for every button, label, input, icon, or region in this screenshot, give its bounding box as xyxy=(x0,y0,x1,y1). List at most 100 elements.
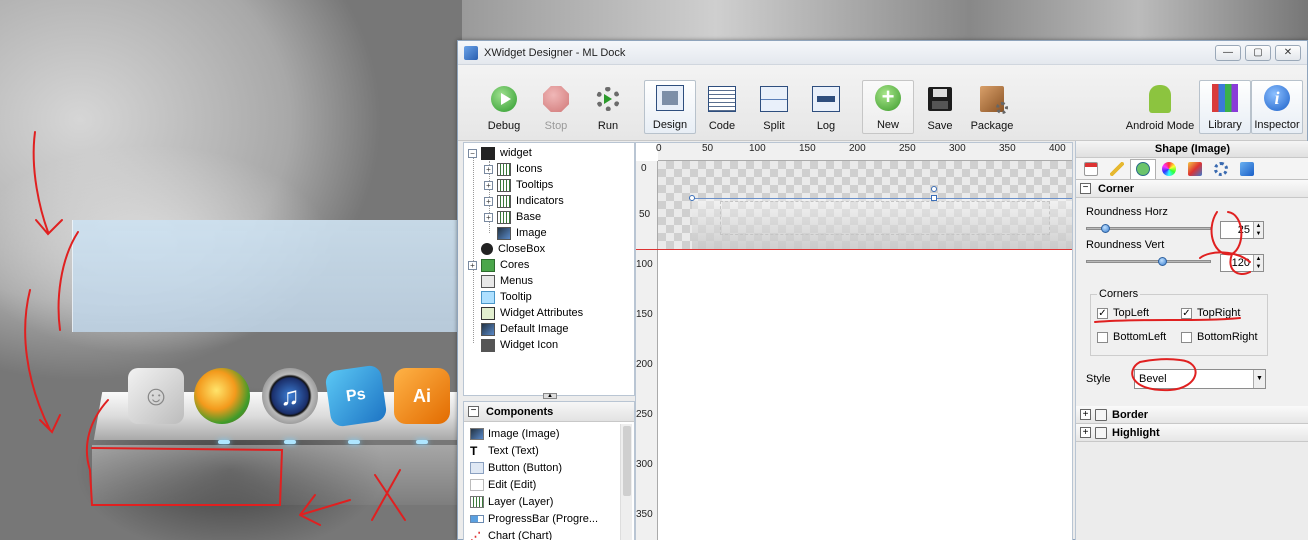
style-dropdown[interactable]: Bevel ▼ xyxy=(1134,369,1266,389)
roundness-horz-spinner[interactable]: 25 ▲ ▼ xyxy=(1220,221,1264,239)
expand-toggle[interactable]: + xyxy=(484,180,493,190)
components-title: Components xyxy=(486,405,554,418)
tab-calendar[interactable] xyxy=(1078,159,1104,179)
design-canvas[interactable]: 0 50 100 150 200 250 300 350 400 0 50 10… xyxy=(635,142,1073,540)
tree-item-label: Widget Icon xyxy=(500,339,559,351)
android-mode-button[interactable]: Android Mode xyxy=(1121,82,1199,134)
expand-icon[interactable]: + xyxy=(1080,409,1091,420)
tab-shape[interactable] xyxy=(1130,158,1156,179)
tree-item-image[interactable]: Image xyxy=(497,225,547,241)
roundness-vert-value[interactable]: 120 xyxy=(1221,255,1253,271)
expand-toggle[interactable]: + xyxy=(468,260,477,270)
topleft-checkbox[interactable]: ✓ TopLeft xyxy=(1097,307,1149,319)
tab-3d[interactable] xyxy=(1234,159,1260,179)
corner-title: Corner xyxy=(1098,182,1135,195)
roundness-horz-thumb[interactable] xyxy=(1101,224,1110,233)
tree-item-widget-attributes[interactable]: Widget Attributes xyxy=(481,305,583,321)
tab-color[interactable] xyxy=(1156,159,1182,179)
package-icon xyxy=(977,84,1008,114)
tree-item-tooltip[interactable]: Tooltip xyxy=(481,289,532,305)
collapse-icon[interactable]: − xyxy=(468,406,479,417)
spinner-arrows[interactable]: ▲ ▼ xyxy=(1253,255,1263,271)
ruler-tick: 150 xyxy=(799,143,816,154)
tree-item-tooltips[interactable]: + Tooltips xyxy=(484,177,553,193)
debug-button[interactable]: Debug xyxy=(478,82,530,134)
check-mark[interactable]: ✓ xyxy=(1181,307,1192,319)
component-item[interactable]: ProgressBar (Progre... xyxy=(464,510,634,527)
corner-section-header[interactable]: − Corner xyxy=(1076,180,1308,198)
resize-handle[interactable] xyxy=(931,195,937,201)
tree-item-menus[interactable]: Menus xyxy=(481,273,533,289)
tree-item-default-image[interactable]: Default Image xyxy=(481,321,568,337)
tab-effects[interactable] xyxy=(1182,159,1208,179)
code-button[interactable]: Code xyxy=(696,82,748,134)
highlight-section-header[interactable]: + Highlight xyxy=(1076,424,1308,442)
close-button[interactable]: ✕ xyxy=(1275,44,1301,61)
component-item[interactable]: Layer (Layer) xyxy=(464,493,634,510)
tree-item-closebox[interactable]: CloseBox xyxy=(481,241,545,257)
component-item[interactable]: Image (Image) xyxy=(464,425,634,442)
border-section-header[interactable]: + Border xyxy=(1076,406,1308,424)
pencil-icon xyxy=(1110,161,1124,176)
calendar-icon xyxy=(1084,161,1098,176)
components-scrollbar[interactable] xyxy=(620,424,632,540)
android-label: Android Mode xyxy=(1125,120,1195,132)
log-button[interactable]: Log xyxy=(800,82,852,134)
package-label: Package xyxy=(970,120,1014,132)
main-toolbar: Debug Stop Run Design Code Split Log + N… xyxy=(458,65,1307,141)
split-button[interactable]: Split xyxy=(748,82,800,134)
expand-toggle[interactable]: + xyxy=(484,196,493,206)
tree-item-label: Tooltip xyxy=(500,291,532,303)
component-label: Chart (Chart) xyxy=(488,529,553,540)
collapse-toggle[interactable]: − xyxy=(468,148,477,158)
horizontal-ruler: 0 50 100 150 200 250 300 350 400 xyxy=(656,143,1072,161)
title-bar[interactable]: XWidget Designer - ML Dock — ▢ ✕ xyxy=(458,41,1307,65)
tree-item-icons[interactable]: + Icons xyxy=(484,161,542,177)
code-label: Code xyxy=(708,120,736,132)
scroll-thumb[interactable] xyxy=(623,426,631,496)
component-item[interactable]: T Text (Text) xyxy=(464,442,634,459)
tree-item-cores[interactable]: + Cores xyxy=(468,257,529,273)
save-button[interactable]: Save xyxy=(914,82,966,134)
inspector-button[interactable]: i Inspector xyxy=(1251,80,1303,134)
check-mark[interactable]: ✓ xyxy=(1097,307,1108,319)
tab-settings[interactable] xyxy=(1208,159,1234,179)
tree-item-widget[interactable]: − widget xyxy=(468,145,532,161)
roundness-horz-value[interactable]: 25 xyxy=(1221,222,1253,238)
canvas-boundary-line xyxy=(636,249,1072,250)
collapse-icon[interactable]: − xyxy=(1080,183,1091,194)
rotate-handle[interactable] xyxy=(931,186,937,192)
component-item[interactable]: Edit (Edit) xyxy=(464,476,634,493)
expand-toggle[interactable]: + xyxy=(484,164,493,174)
tree-item-base[interactable]: + Base xyxy=(484,209,541,225)
bottomleft-checkbox[interactable]: BottomLeft xyxy=(1097,331,1166,343)
roundness-vert-slider[interactable] xyxy=(1086,260,1211,263)
expand-icon[interactable]: + xyxy=(1080,427,1091,438)
run-button[interactable]: Run xyxy=(582,82,634,134)
stop-button[interactable]: Stop xyxy=(530,82,582,134)
splitter-handle[interactable]: ▲ xyxy=(543,393,557,399)
component-item[interactable]: Button (Button) xyxy=(464,459,634,476)
chevron-down-icon[interactable]: ▼ xyxy=(1253,370,1265,388)
components-header[interactable]: − Components xyxy=(464,402,634,422)
window-title: XWidget Designer - ML Dock xyxy=(484,46,626,59)
checkbox-box[interactable] xyxy=(1181,331,1192,343)
library-button[interactable]: Library xyxy=(1199,80,1251,134)
topright-checkbox[interactable]: ✓ TopRight xyxy=(1181,307,1240,319)
tab-pencil[interactable] xyxy=(1104,159,1130,179)
resize-handle[interactable] xyxy=(689,195,695,201)
minimize-button[interactable]: — xyxy=(1215,44,1241,61)
maximize-button[interactable]: ▢ xyxy=(1245,44,1271,61)
design-button[interactable]: Design xyxy=(644,80,696,134)
component-item[interactable]: ⋰ Chart (Chart) xyxy=(464,527,634,540)
tree-item-widget-icon[interactable]: Widget Icon xyxy=(481,337,558,353)
roundness-vert-spinner[interactable]: 120 ▲ ▼ xyxy=(1220,254,1264,272)
tree-item-indicators[interactable]: + Indicators xyxy=(484,193,564,209)
expand-toggle[interactable]: + xyxy=(484,212,493,222)
roundness-vert-thumb[interactable] xyxy=(1158,257,1167,266)
spinner-arrows[interactable]: ▲ ▼ xyxy=(1253,222,1263,238)
package-button[interactable]: Package xyxy=(966,82,1018,134)
bottomright-checkbox[interactable]: BottomRight xyxy=(1181,331,1258,343)
checkbox-box[interactable] xyxy=(1097,331,1108,343)
new-button[interactable]: + New xyxy=(862,80,914,134)
